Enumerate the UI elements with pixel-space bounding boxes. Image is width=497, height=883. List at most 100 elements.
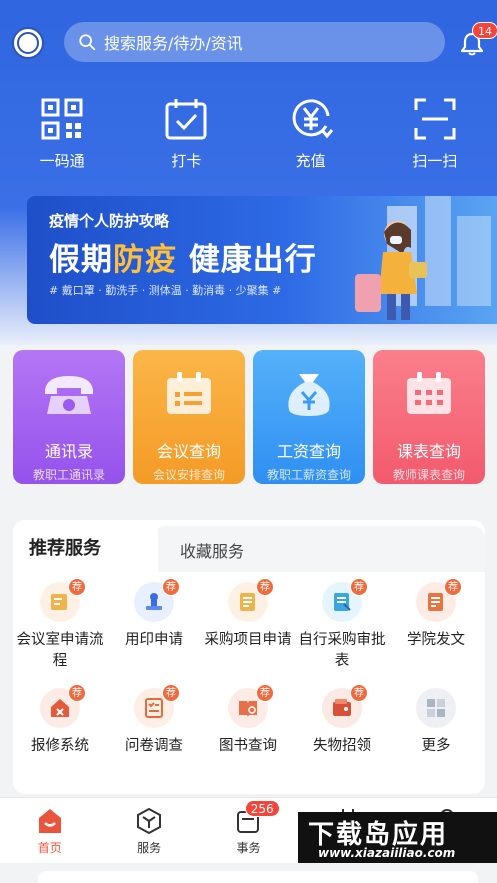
banner-subtitle: 疫情个人防护攻略 <box>49 212 170 230</box>
scan-icon <box>414 98 456 140</box>
meeting-icon <box>167 372 211 414</box>
recommend-badge: 荐 <box>162 578 180 596</box>
quick-actions: 一码通 打卡 充值 扫一扫 <box>0 96 497 176</box>
quick-action-label: 充值 <box>295 152 326 170</box>
service-item[interactable]: 荐 自行采购审批表 <box>295 578 389 672</box>
service-label: 会议室申请流程 <box>16 632 104 669</box>
card-subtitle: 教职工薪资查询 <box>266 468 351 482</box>
quick-action-scan[interactable]: 扫一扫 <box>373 96 497 176</box>
nav-home[interactable]: 首页 <box>0 798 99 863</box>
recommend-badge: 荐 <box>256 578 274 596</box>
feature-cards: 通讯录 教职工通讯录 会议查询 会议安排查询 工资查询 教职工薪资查询 课表查询… <box>13 350 485 484</box>
quick-action-label: 扫一扫 <box>412 152 458 170</box>
service-label: 失物招领 <box>313 738 371 754</box>
card-subtitle: 教师课表查询 <box>392 468 465 482</box>
document-icon: 荐 <box>416 578 462 622</box>
survey-icon: 荐 <box>134 684 180 728</box>
card-contacts[interactable]: 通讯录 教职工通讯录 <box>13 350 125 484</box>
next-card-edge <box>38 871 478 883</box>
recommend-badge: 荐 <box>68 684 86 702</box>
tab-favorites[interactable]: 收藏服务 <box>180 538 244 562</box>
services-panel: 推荐服务 收藏服务 荐 会议室申请流程 荐 用印申请 荐 采购项目申请 荐 自行… <box>13 520 485 794</box>
recommend-badge: 荐 <box>68 578 86 596</box>
notification-bell[interactable]: 14 <box>458 22 497 58</box>
service-item[interactable]: 更多 <box>389 688 483 757</box>
top-bar: 搜索服务/待办/资讯 14 <box>0 20 497 68</box>
logo-emblem <box>17 32 39 54</box>
notification-count-badge: 14 <box>472 22 497 39</box>
nav-label: 首页 <box>37 841 62 855</box>
recommend-badge: 荐 <box>256 684 274 702</box>
service-item[interactable]: 荐 采购项目申请 <box>201 578 295 651</box>
service-item[interactable]: 荐 问卷调查 <box>107 684 201 757</box>
recommend-badge: 荐 <box>350 578 368 596</box>
repair-icon: 荐 <box>40 684 86 728</box>
recommend-badge: 荐 <box>162 684 180 702</box>
money-bag-icon <box>288 374 330 416</box>
banner-title-highlight: 防疫 <box>113 242 177 278</box>
wallet-icon: 荐 <box>322 684 368 728</box>
search-icon <box>79 34 96 51</box>
banner-title: 假期防疫 健康出行 <box>49 234 317 279</box>
seal-icon: 荐 <box>134 578 180 622</box>
banner-title-part1: 假期 <box>49 242 113 278</box>
service-label: 自行采购审批表 <box>298 632 386 669</box>
banner-title-part2: 健康出行 <box>188 242 317 278</box>
service-label: 学院发文 <box>407 632 465 648</box>
quick-action-qrcode[interactable]: 一码通 <box>0 96 124 176</box>
service-item[interactable]: 荐 图书查询 <box>201 684 295 757</box>
calendar-icon <box>407 372 451 414</box>
search-placeholder: 搜索服务/待办/资讯 <box>104 34 243 53</box>
quick-action-label: 一码通 <box>39 152 85 170</box>
service-item[interactable]: 荐 用印申请 <box>107 578 201 651</box>
recommend-badge: 荐 <box>444 578 462 596</box>
service-item[interactable]: 荐 报修系统 <box>13 684 107 757</box>
recharge-icon <box>292 99 333 139</box>
book-icon: 荐 <box>228 684 274 728</box>
service-item[interactable]: 荐 学院发文 <box>389 578 483 651</box>
service-item[interactable]: 荐 会议室申请流程 <box>13 578 107 672</box>
service-tabs: 推荐服务 收藏服务 <box>13 520 485 572</box>
quick-action-checkin[interactable]: 打卡 <box>124 96 248 176</box>
next-section-peek <box>0 863 497 883</box>
card-salary[interactable]: 工资查询 教职工薪资查询 <box>253 350 365 484</box>
promo-banner[interactable]: 疫情个人防护攻略 假期防疫 健康出行 # 戴口罩 · 勤洗手 · 测体温 · 勤… <box>27 196 497 324</box>
card-title: 会议查询 <box>156 442 221 461</box>
search-bar[interactable]: 搜索服务/待办/资讯 <box>64 22 445 62</box>
service-icon <box>137 807 162 835</box>
service-label: 采购项目申请 <box>204 632 292 648</box>
service-label: 报修系统 <box>31 738 89 754</box>
nav-label: 服务 <box>137 841 162 855</box>
recommend-badge: 荐 <box>350 684 368 702</box>
card-subtitle: 教职工通讯录 <box>32 468 105 482</box>
card-title: 工资查询 <box>276 442 341 461</box>
school-logo[interactable] <box>12 27 44 59</box>
quick-action-recharge[interactable]: 充值 <box>249 96 373 176</box>
more-icon <box>416 688 456 728</box>
service-label: 图书查询 <box>219 738 277 754</box>
header-background: 搜索服务/待办/资讯 14 一码通 打卡 充值 扫一扫 疫情个人防护攻略 假期防… <box>0 0 497 345</box>
site-watermark: 下载岛应用 www.xiazaiiliao.com <box>298 812 497 866</box>
service-item[interactable]: 荐 失物招领 <box>295 684 389 757</box>
card-title: 课表查询 <box>396 442 461 461</box>
service-label: 问卷调查 <box>125 738 183 754</box>
tab-recommended[interactable]: 推荐服务 <box>13 520 158 572</box>
card-title: 通讯录 <box>44 442 93 461</box>
nav-services[interactable]: 服务 <box>99 798 198 863</box>
service-label: 更多 <box>421 738 451 754</box>
card-timetable[interactable]: 课表查询 教师课表查询 <box>373 350 485 484</box>
banner-tags: # 戴口罩 · 勤洗手 · 测体温 · 勤消毒 · 少聚集 # <box>49 284 282 297</box>
qrcode-icon <box>41 98 83 140</box>
watermark-url: www.xiazaiiliao.com <box>318 846 456 860</box>
card-subtitle: 会议安排查询 <box>152 468 225 482</box>
phone-icon <box>45 376 93 414</box>
checkin-icon <box>165 99 207 140</box>
card-meeting[interactable]: 会议查询 会议安排查询 <box>133 350 245 484</box>
nav-label: 事务 <box>236 841 261 855</box>
approval-icon: 荐 <box>322 578 368 622</box>
nav-affairs[interactable]: 256 事务 <box>199 798 298 863</box>
affairs-count-badge: 256 <box>244 800 280 817</box>
service-label: 用印申请 <box>125 632 183 648</box>
home-icon <box>38 809 61 833</box>
building-shape <box>457 216 491 306</box>
